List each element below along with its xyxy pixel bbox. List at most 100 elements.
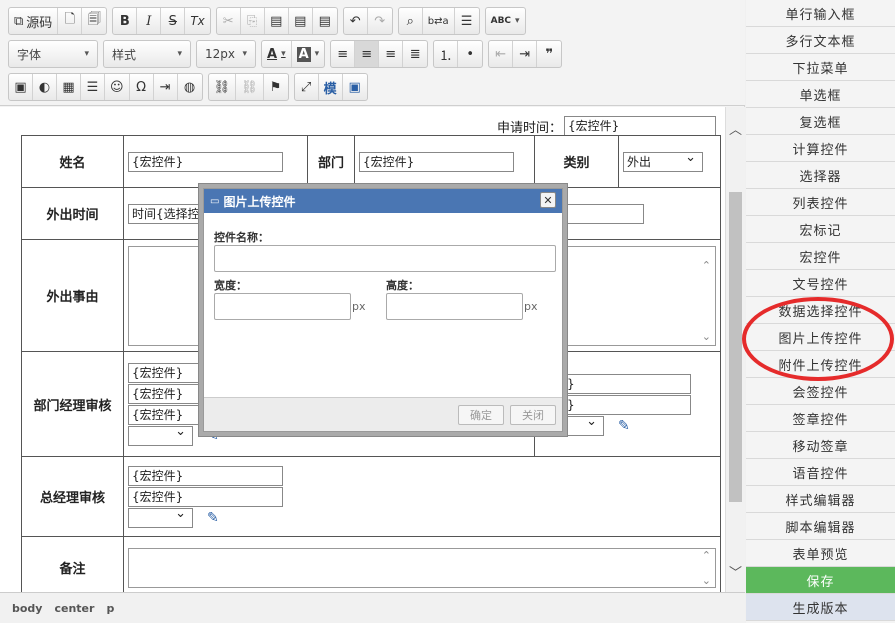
type-label: 类别 (534, 135, 619, 188)
cut-button[interactable]: ✂ (217, 8, 241, 34)
bullet-list-button[interactable]: • (458, 41, 482, 67)
ok-button[interactable]: 确定 (458, 405, 504, 425)
undo-icon: ↶ (349, 13, 361, 29)
name-field[interactable]: {宏控件} (128, 151, 283, 172)
align-justify-button[interactable]: ≣ (403, 41, 427, 67)
align-right-button[interactable]: ≡ (379, 41, 404, 67)
redo-button[interactable]: ↷ (368, 8, 392, 34)
find-button[interactable]: ⌕ (399, 8, 423, 34)
special-char-button[interactable]: Ω (130, 74, 154, 100)
size-select[interactable]: 12px ▾ (196, 40, 256, 68)
text-color-button[interactable]: A ▾ (262, 41, 292, 67)
strike-button[interactable]: S (161, 8, 186, 34)
control-name-input[interactable] (214, 245, 556, 272)
image-button[interactable]: ▣ (9, 74, 33, 100)
height-input[interactable] (386, 293, 523, 320)
remark-textarea[interactable]: ⌃ ⌄ (128, 547, 716, 588)
panel-item-list[interactable]: 列表控件 (746, 189, 895, 216)
align-left-button[interactable]: ≡ (331, 41, 356, 67)
save-button[interactable]: 保存 (746, 567, 895, 594)
panel-item-selector[interactable]: 选择器 (746, 162, 895, 189)
dialog-titlebar[interactable]: ▭ 图片上传控件 ✕ (204, 189, 562, 213)
panel-item-mobile-sign[interactable]: 移动签章 (746, 432, 895, 459)
smiley-icon: ☺ (110, 79, 124, 95)
panel-item-doc-number[interactable]: 文号控件 (746, 270, 895, 297)
table-button[interactable]: ▦ (57, 74, 81, 100)
blockquote-button[interactable]: ❞ (537, 41, 561, 67)
gm-field-1[interactable]: {宏控件} (128, 466, 283, 486)
scissors-icon: ✂ (222, 13, 234, 29)
paste-word-button[interactable]: ▤ (313, 8, 337, 34)
unlink-button[interactable]: ⛓ (236, 74, 264, 100)
font-select[interactable]: 字体 ▾ (8, 40, 98, 68)
panel-item-dropdown[interactable]: 下拉菜单 (746, 54, 895, 81)
bg-color-button[interactable]: A ▾ (292, 41, 325, 67)
iframe-button[interactable]: ◍ (178, 74, 202, 100)
replace-button[interactable]: b⇄a (423, 8, 455, 34)
italic-button[interactable]: I (137, 8, 162, 34)
dept-mgr-select[interactable] (128, 424, 193, 446)
panel-item-macro-tag[interactable]: 宏标记 (746, 216, 895, 243)
clear-format-button[interactable]: Tx (185, 8, 209, 34)
panel-item-script-editor[interactable]: 脚本编辑器 (746, 513, 895, 540)
dept-field[interactable]: {宏控件} (359, 151, 514, 172)
pen-icon[interactable]: ✎ (207, 510, 219, 526)
hr-button[interactable]: ☰ (81, 74, 105, 100)
panel-item-style-editor[interactable]: 样式编辑器 (746, 486, 895, 513)
scroll-down-icon[interactable]: ﹀ (729, 562, 742, 581)
type-select[interactable]: 外出 (623, 150, 703, 172)
panel-item-signature[interactable]: 签章控件 (746, 405, 895, 432)
path-p[interactable]: p (106, 602, 114, 615)
panel-item-voice[interactable]: 语音控件 (746, 459, 895, 486)
copy-button[interactable]: ⎘ (241, 8, 265, 34)
flash-button[interactable]: ◐ (33, 74, 57, 100)
undo-button[interactable]: ↶ (344, 8, 368, 34)
anchor-button[interactable]: ⚑ (264, 74, 288, 100)
source-button[interactable]: ⧉ 源码 (9, 8, 59, 34)
maximize-button[interactable]: ⤢ (295, 74, 319, 100)
clipboard-word-icon: ▤ (318, 13, 331, 29)
upload-image-button[interactable]: ▣ (343, 74, 367, 100)
close-icon[interactable]: ✕ (540, 192, 556, 208)
panel-item-radio[interactable]: 单选框 (746, 81, 895, 108)
link-button[interactable]: ⛓ (209, 74, 237, 100)
panel-item-macro[interactable]: 宏控件 (746, 243, 895, 270)
scroll-up-icon[interactable]: ︿ (729, 119, 742, 138)
template-button[interactable]: 模 (319, 74, 343, 100)
select-all-button[interactable]: ☰ (455, 8, 479, 34)
panel-item-countersign[interactable]: 会签控件 (746, 378, 895, 405)
align-center-button[interactable]: ≡ (355, 41, 380, 67)
apply-time-field[interactable]: {宏控件} (564, 116, 717, 136)
spellcheck-button[interactable]: ABC ▾ (486, 8, 525, 34)
close-button[interactable]: 关闭 (510, 405, 556, 425)
highlight-circle (742, 297, 894, 381)
clipboard-icon: ▤ (270, 13, 283, 29)
path-body[interactable]: body (12, 602, 42, 615)
paste-text-button[interactable]: ▤ (289, 8, 313, 34)
panel-item-multi-line[interactable]: 多行文本框 (746, 27, 895, 54)
copy-icon: ⎘ (247, 13, 258, 29)
panel-item-preview[interactable]: 表单预览 (746, 540, 895, 567)
generate-version-button[interactable]: 生成版本 (746, 594, 895, 621)
panel-item-single-line[interactable]: 单行输入框 (746, 0, 895, 27)
smiley-button[interactable]: ☺ (105, 74, 130, 100)
panel-item-checkbox[interactable]: 复选框 (746, 108, 895, 135)
editor-scrollbar[interactable]: ︿ ﹀ (725, 107, 745, 592)
scroll-thumb[interactable] (729, 192, 742, 502)
panel-item-calc[interactable]: 计算控件 (746, 135, 895, 162)
preview-button[interactable]: 🗐 (82, 8, 106, 34)
page-break-button[interactable]: ⇥ (154, 74, 178, 100)
text-color-icon: A (267, 46, 278, 62)
outdent-button[interactable]: ⇤ (489, 41, 514, 67)
paste-button[interactable]: ▤ (265, 8, 289, 34)
path-center[interactable]: center (54, 602, 94, 615)
style-select[interactable]: 样式 ▾ (103, 40, 191, 68)
bold-button[interactable]: B (113, 8, 138, 34)
pen-icon[interactable]: ✎ (618, 418, 630, 434)
new-doc-button[interactable]: 🗋 (58, 8, 83, 34)
gm-select[interactable] (128, 506, 193, 528)
ordered-list-button[interactable]: ⒈ (434, 41, 459, 67)
width-input[interactable] (214, 293, 351, 320)
gm-field-2[interactable]: {宏控件} (128, 487, 283, 507)
indent-button[interactable]: ⇥ (513, 41, 538, 67)
